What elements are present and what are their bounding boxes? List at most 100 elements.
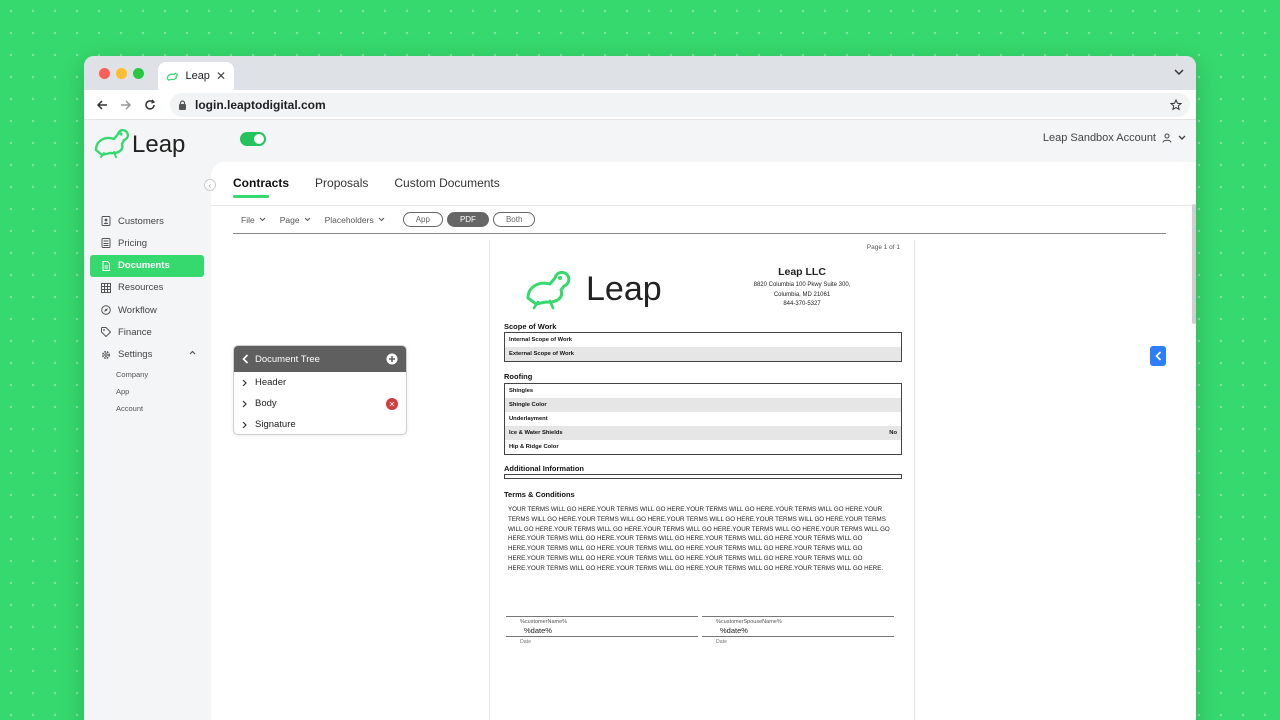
sidebar-item-finance[interactable]: Finance xyxy=(90,321,204,343)
placeholders-menu[interactable]: Placeholders xyxy=(325,215,385,225)
calculator-icon xyxy=(100,238,111,249)
tree-item-header[interactable]: Header xyxy=(234,372,406,393)
main-panel: ‹ Contracts Proposals Custom Documents F… xyxy=(204,162,1196,720)
sidebar-item-workflow[interactable]: Workflow xyxy=(90,299,204,321)
row-label: Underlayment xyxy=(509,416,548,422)
date-label: Date xyxy=(506,636,698,645)
scrollbar[interactable] xyxy=(1192,204,1196,324)
table-row: Ice & Water Shields No xyxy=(505,426,901,440)
company-address-line1: 8820 Columbia 100 Pkwy Suite 300, xyxy=(753,282,851,288)
tree-item-body[interactable]: Body ✕ xyxy=(234,393,406,414)
browser-toolbar: login.leaptodigital.com xyxy=(84,90,1196,120)
editor-toolbar: File Page Placeholders App PDF Both xyxy=(241,212,536,227)
company-logo: Leap xyxy=(526,270,662,310)
back-arrow-icon[interactable] xyxy=(94,97,110,113)
chevron-down-icon xyxy=(1178,135,1186,140)
mode-both-button[interactable]: Both xyxy=(492,212,536,227)
close-window-button[interactable] xyxy=(99,68,110,79)
user-icon xyxy=(1162,133,1172,143)
document-tree-title: Document Tree xyxy=(255,353,320,365)
tab-custom-documents[interactable]: Custom Documents xyxy=(394,176,499,196)
open-side-panel-button[interactable] xyxy=(1150,346,1166,366)
sidebar-item-documents[interactable]: Documents xyxy=(90,254,204,277)
tab-proposals[interactable]: Proposals xyxy=(315,176,368,196)
app-toggle-switch[interactable] xyxy=(240,132,266,146)
minimize-window-button[interactable] xyxy=(116,68,127,79)
url-text: login.leaptodigital.com xyxy=(195,98,326,112)
scope-title: Scope of Work xyxy=(504,322,557,331)
page-number: Page 1 of 1 xyxy=(866,244,900,251)
chevron-up-icon[interactable] xyxy=(189,350,196,355)
sidebar-item-pricing[interactable]: Pricing xyxy=(90,232,204,254)
browser-tab[interactable]: Leap ✕ xyxy=(158,62,234,90)
customers-icon xyxy=(100,216,111,227)
terms-title: Terms & Conditions xyxy=(504,490,575,499)
account-menu[interactable]: Leap Sandbox Account xyxy=(1043,132,1186,144)
settings-sub-account[interactable]: Account xyxy=(84,400,210,417)
address-bar[interactable]: login.leaptodigital.com xyxy=(170,93,1190,117)
sidebar-item-label: Settings xyxy=(118,349,153,361)
date-label: Date xyxy=(702,636,894,645)
mode-app-button[interactable]: App xyxy=(402,212,443,227)
delete-icon[interactable]: ✕ xyxy=(386,398,398,410)
tree-item-label: Signature xyxy=(255,419,296,430)
document-tree-header: Document Tree xyxy=(234,346,406,372)
leap-logo[interactable]: Leap xyxy=(92,122,202,162)
add-section-icon[interactable] xyxy=(386,353,398,365)
bookmark-star-icon[interactable] xyxy=(1170,99,1182,111)
view-mode-toggle: App PDF Both xyxy=(402,212,536,227)
tabs-divider xyxy=(211,205,1196,206)
mode-pdf-button[interactable]: PDF xyxy=(446,212,489,227)
company-name: Leap LLC xyxy=(778,266,826,278)
page-menu[interactable]: Page xyxy=(280,215,311,225)
sidebar-item-resources[interactable]: Resources xyxy=(90,277,204,299)
sidebar: Customers Pricing Documents Resources Wo… xyxy=(84,210,210,417)
table-row: Shingles xyxy=(505,384,901,398)
terms-text: YOUR TERMS WILL GO HERE.YOUR TERMS WILL … xyxy=(508,506,890,572)
close-tab-icon[interactable]: ✕ xyxy=(216,69,226,83)
chevron-down-icon xyxy=(259,217,266,222)
document-tabs: Contracts Proposals Custom Documents xyxy=(233,176,500,198)
leap-favicon-icon xyxy=(166,72,179,81)
sidebar-item-label: Customers xyxy=(118,215,164,227)
file-menu-label: File xyxy=(241,214,255,225)
reload-icon[interactable] xyxy=(142,97,158,113)
maximize-window-button[interactable] xyxy=(133,68,144,79)
sidebar-item-customers[interactable]: Customers xyxy=(90,210,204,232)
sidebar-item-settings[interactable]: Settings xyxy=(90,344,204,366)
tab-search-chevron-icon[interactable] xyxy=(1174,68,1184,76)
table-row: Hip & Ridge Color xyxy=(505,440,901,454)
settings-sub-app[interactable]: App xyxy=(84,383,210,400)
tree-item-signature[interactable]: Signature xyxy=(234,414,406,434)
placeholders-menu-label: Placeholders xyxy=(324,214,374,225)
customer-signature-block: %customerName% %date% Date xyxy=(506,616,698,645)
file-menu[interactable]: File xyxy=(241,215,266,225)
document-tree-panel: Document Tree Header Body ✕ Signature xyxy=(233,345,407,435)
sidebar-item-label: Pricing xyxy=(118,237,148,249)
row-label: External Scope of Work xyxy=(509,351,574,357)
settings-sub-company[interactable]: Company xyxy=(84,366,210,383)
browser-window: Leap ✕ login.leaptodigital.com Leap Leap… xyxy=(84,56,1196,720)
leap-app: Leap Leap Sandbox Account Customers Pric… xyxy=(84,120,1196,720)
sidebar-item-label: Finance xyxy=(118,326,152,338)
table-row: External Scope of Work xyxy=(505,347,901,361)
grid-icon xyxy=(100,282,111,293)
tab-contracts[interactable]: Contracts xyxy=(233,176,289,198)
forward-arrow-icon[interactable] xyxy=(118,97,134,113)
chevron-left-icon[interactable] xyxy=(242,354,249,364)
tag-icon xyxy=(100,327,111,338)
compass-icon xyxy=(100,305,111,316)
collapse-sidebar-button[interactable]: ‹ xyxy=(204,179,216,191)
row-label: Shingles xyxy=(509,388,534,394)
table-row: Shingle Color xyxy=(505,398,901,412)
chevron-right-icon xyxy=(242,400,247,407)
leap-logo-text: Leap xyxy=(132,131,185,158)
sidebar-item-label: Resources xyxy=(118,282,164,294)
row-label: Internal Scope of Work xyxy=(509,337,573,343)
roofing-table: Shingles Shingle Color Underlayment Ice … xyxy=(504,383,902,455)
row-label: Shingle Color xyxy=(509,402,547,408)
chevron-down-icon xyxy=(304,217,310,222)
tree-item-label: Header xyxy=(255,377,287,388)
customer-name-placeholder: %customerName% xyxy=(506,616,698,625)
chevron-down-icon xyxy=(378,217,385,222)
